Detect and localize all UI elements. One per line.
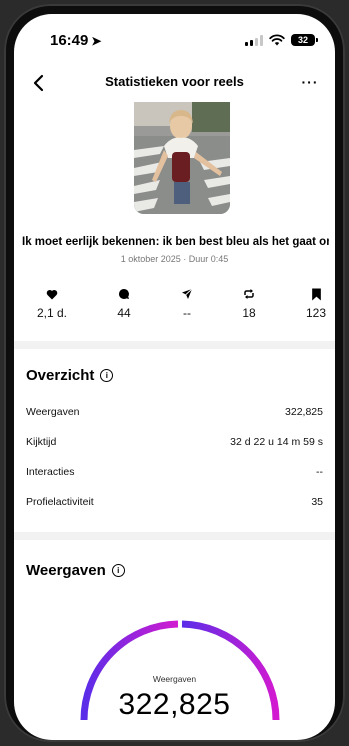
battery-icon: 32 (291, 34, 318, 46)
page-title: Statistieken voor reels (105, 74, 244, 89)
info-icon[interactable]: i (100, 369, 114, 382)
share-icon (182, 288, 193, 299)
stat-comments: 44 (96, 286, 152, 320)
clock-text: 16:49 (50, 32, 89, 49)
stat-reposts: 18 (221, 286, 277, 320)
location-arrow-icon: ➤ (91, 34, 102, 48)
status-bar: 16:49 ➤ 32 (14, 14, 335, 66)
header-bar: Statistieken voor reels ··· (14, 66, 335, 102)
row-label: Profielactiviteit (26, 496, 94, 508)
views-title: Weergaven (26, 562, 106, 579)
views-heading: Weergaven i (26, 562, 125, 579)
section-divider (14, 532, 335, 540)
row-value: 35 (311, 496, 323, 508)
shares-count: -- (183, 306, 191, 320)
stat-shares: -- (159, 286, 215, 320)
row-value: -- (316, 466, 323, 478)
repost-icon (244, 289, 254, 299)
saves-count: 123 (305, 306, 327, 320)
reel-date-duration: 1 oktober 2025 · Duur 0:45 (120, 254, 229, 264)
status-time: 16:49 ➤ (50, 32, 101, 49)
engagement-stats: 2,1 d. 44 -- 18 123 (14, 286, 335, 326)
wifi-icon (269, 34, 285, 46)
phone-frame: 16:49 ➤ 32 Statistieken voor reels ··· I… (4, 4, 345, 742)
stat-likes: 2,1 d. (24, 286, 80, 320)
info-icon[interactable]: i (111, 564, 125, 577)
heart-icon (46, 289, 58, 299)
comments-count: 44 (117, 306, 131, 320)
more-options-icon[interactable]: ··· (299, 72, 321, 94)
row-label: Interacties (26, 466, 75, 478)
row-value: 322,825 (285, 406, 323, 418)
screen: 16:49 ➤ 32 Statistieken voor reels ··· I… (14, 14, 335, 740)
likes-count: 2,1 d. (36, 306, 68, 320)
row-value: 32 d 22 u 14 m 59 s (230, 436, 323, 448)
row-label: Kijktijd (26, 436, 57, 448)
reel-thumbnail[interactable] (134, 102, 230, 214)
reel-caption: Ik moet eerlijk bekennen: ik ben best bl… (22, 236, 329, 248)
comment-icon (118, 288, 129, 299)
reel-thumbnail-image (134, 102, 230, 214)
bookmark-icon (311, 288, 321, 300)
overview-heading: Overzicht i (26, 367, 114, 384)
overview-row-views: Weergaven 322,825 (26, 406, 323, 418)
overview-title: Overzicht (26, 367, 95, 384)
status-icons: 32 (245, 34, 318, 46)
section-divider (14, 341, 335, 349)
overview-row-profile-activity: Profielactiviteit 35 (26, 496, 323, 508)
signal-icon (245, 34, 263, 46)
overview-row-interactions: Interacties -- (26, 466, 323, 478)
reposts-count: 18 (242, 306, 256, 320)
overview-row-watch-time: Kijktijd 32 d 22 u 14 m 59 s (26, 436, 323, 448)
row-label: Weergaven (26, 406, 80, 418)
gauge-label: Weergaven (152, 674, 197, 684)
gauge-value: 322,825 (118, 688, 231, 721)
stat-saves: 123 (288, 286, 335, 320)
